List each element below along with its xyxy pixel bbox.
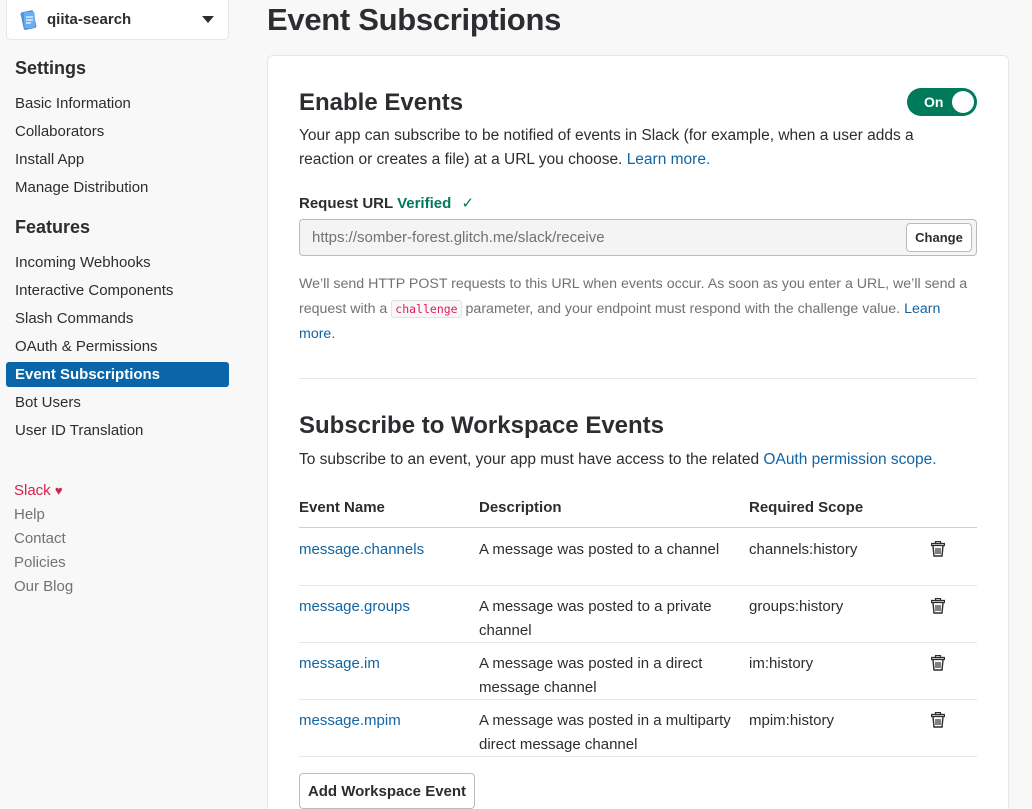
event-description: A message was posted in a multiparty dir…	[479, 712, 731, 753]
app-selector[interactable]: qiita-search	[6, 0, 229, 40]
challenge-code: challenge	[391, 300, 462, 318]
footer-slack-link[interactable]: Slack ♥	[14, 482, 63, 499]
footer-policies-link[interactable]: Policies	[14, 554, 66, 571]
row-divider	[299, 756, 977, 757]
table-header-divider	[299, 527, 977, 528]
request-url-field[interactable]: https://somber-forest.glitch.me/slack/re…	[299, 219, 977, 256]
sidebar-item-collaborators[interactable]: Collaborators	[6, 119, 229, 144]
heart-icon: ♥	[54, 483, 63, 498]
event-name-message-im[interactable]: message.im	[299, 652, 380, 676]
enable-events-title: Enable Events	[299, 89, 464, 116]
toggle-label: On	[924, 94, 944, 110]
enable-events-description: Your app can subscribe to be notified of…	[299, 124, 939, 172]
sidebar-item-manage-distribution[interactable]: Manage Distribution	[6, 175, 229, 200]
sidebar-item-user-id-translation[interactable]: User ID Translation	[6, 418, 229, 443]
sidebar-item-interactive-components[interactable]: Interactive Components	[6, 278, 229, 303]
features-heading: Features	[15, 217, 91, 237]
footer-contact-link[interactable]: Contact	[14, 530, 66, 547]
help-text-post: parameter, and your endpoint must respon…	[465, 301, 901, 317]
app-icon	[19, 9, 39, 31]
request-url-label: Request URL Verified ✓	[299, 194, 474, 212]
request-url-help-text: We’ll send HTTP POST requests to this UR…	[299, 272, 969, 347]
trash-icon[interactable]	[931, 541, 945, 557]
sidebar-item-oauth-permissions[interactable]: OAuth & Permissions	[6, 334, 229, 359]
enable-events-description-text: Your app can subscribe to be notified of…	[299, 127, 914, 168]
workspace-events-description-text: To subscribe to an event, your app must …	[299, 451, 760, 468]
column-header-required-scope: Required Scope	[749, 499, 864, 516]
workspace-events-description: To subscribe to an event, your app must …	[299, 448, 979, 472]
trash-icon[interactable]	[931, 712, 945, 728]
event-description: A message was posted to a channel	[479, 541, 720, 558]
sidebar: qiita-search Settings Basic Information …	[0, 0, 240, 809]
event-description: A message was posted in a direct message…	[479, 655, 703, 696]
column-header-event-name: Event Name	[299, 499, 385, 516]
sidebar-item-incoming-webhooks[interactable]: Incoming Webhooks	[6, 250, 229, 275]
change-url-button[interactable]: Change	[906, 223, 972, 252]
sidebar-item-slash-commands[interactable]: Slash Commands	[6, 306, 229, 331]
chevron-down-icon	[202, 16, 214, 23]
verified-status: Verified	[397, 195, 452, 212]
workspace-events-title: Subscribe to Workspace Events	[299, 412, 665, 439]
event-description: A message was posted to a private channe…	[479, 598, 712, 639]
enable-events-toggle[interactable]: On	[907, 88, 977, 116]
row-divider	[299, 585, 977, 586]
event-scope: channels:history	[749, 541, 858, 558]
event-scope: im:history	[749, 655, 814, 672]
toggle-knob	[952, 91, 974, 113]
sidebar-item-install-app[interactable]: Install App	[6, 147, 229, 172]
page-title: Event Subscriptions	[267, 2, 562, 37]
sidebar-item-bot-users[interactable]: Bot Users	[6, 390, 229, 415]
settings-heading: Settings	[15, 58, 87, 78]
sidebar-item-event-subscriptions[interactable]: Event Subscriptions	[6, 362, 229, 387]
event-name-message-mpim[interactable]: message.mpim	[299, 709, 401, 733]
column-header-description: Description	[479, 499, 562, 516]
row-divider	[299, 699, 977, 700]
footer-blog-link[interactable]: Our Blog	[14, 578, 73, 595]
row-divider	[299, 642, 977, 643]
learn-more-link[interactable]: Learn more.	[627, 151, 711, 168]
request-url-value: https://somber-forest.glitch.me/slack/re…	[312, 229, 605, 246]
sidebar-item-basic-information[interactable]: Basic Information	[6, 91, 229, 116]
event-name-message-channels[interactable]: message.channels	[299, 538, 424, 562]
event-scope: groups:history	[749, 598, 844, 615]
event-scope: mpim:history	[749, 712, 835, 729]
trash-icon[interactable]	[931, 598, 945, 614]
app-name: qiita-search	[47, 11, 132, 28]
add-workspace-event-button[interactable]: Add Workspace Event	[299, 773, 475, 809]
request-url-label-text: Request URL	[299, 195, 393, 212]
footer-help-link[interactable]: Help	[14, 506, 45, 523]
oauth-scope-link[interactable]: OAuth permission scope.	[763, 451, 936, 468]
event-name-message-groups[interactable]: message.groups	[299, 595, 410, 619]
section-divider	[299, 378, 977, 379]
checkmark-icon: ✓	[461, 195, 475, 212]
footer-slack-label: Slack	[14, 482, 51, 499]
trash-icon[interactable]	[931, 655, 945, 671]
